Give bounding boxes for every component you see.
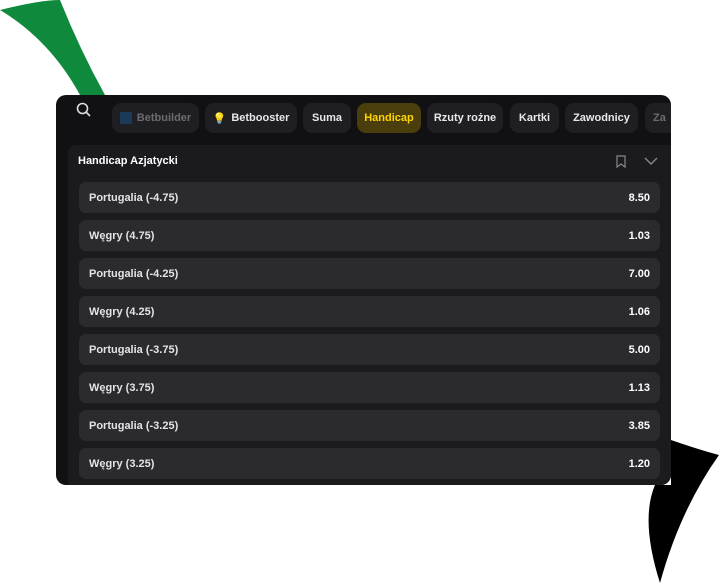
selection-label: Węgry (4.25) (89, 305, 155, 318)
odds-value: 1.03 (628, 229, 650, 242)
odds-value: 7.00 (628, 267, 650, 280)
tab-rzuty-rozne[interactable]: Rzuty rożne (427, 103, 503, 133)
lightbulb-icon: 💡 (212, 112, 227, 125)
odds-value: 8.50 (628, 191, 650, 204)
tab-betbuilder[interactable]: Betbuilder (112, 103, 199, 133)
market-tabs: Betbuilder 💡 Betbooster Suma Handicap Rzu… (56, 103, 671, 133)
odds-row[interactable]: Węgry (3.75) 1.13 (79, 372, 660, 403)
market-title: Handicap Azjatycki (78, 155, 178, 167)
selection-label: Portugalia (-3.75) (89, 343, 179, 356)
odds-value: 5.00 (628, 343, 650, 356)
selection-label: Portugalia (-4.25) (89, 267, 179, 280)
bookmark-icon[interactable] (616, 155, 626, 168)
tab-handicap[interactable]: Handicap (357, 103, 421, 133)
selection-label: Portugalia (-4.75) (89, 191, 179, 204)
market-panel: Handicap Azjatycki Portugalia (-4.75) 8.5… (68, 145, 671, 485)
tab-betbooster[interactable]: 💡 Betbooster (205, 103, 297, 133)
betting-market-card: Betbuilder 💡 Betbooster Suma Handicap Rzu… (56, 95, 671, 485)
selection-label: Węgry (3.25) (89, 457, 155, 470)
odds-row[interactable]: Portugalia (-3.75) 5.00 (79, 334, 660, 365)
chevron-down-icon[interactable] (644, 156, 658, 166)
odds-row[interactable]: Węgry (4.25) 1.06 (79, 296, 660, 327)
tab-more[interactable]: Za (645, 103, 671, 133)
odds-value: 3.85 (628, 419, 650, 432)
betbuilder-icon (119, 112, 132, 124)
odds-row[interactable]: Portugalia (-4.75) 8.50 (79, 182, 660, 213)
odds-row[interactable]: Węgry (3.25) 1.20 (79, 448, 660, 479)
odds-row[interactable]: Portugalia (-3.25) 3.85 (79, 410, 660, 441)
tab-suma[interactable]: Suma (303, 103, 351, 133)
odds-row[interactable]: Węgry (4.75) 1.03 (79, 220, 660, 251)
selection-label: Portugalia (-3.25) (89, 419, 179, 432)
tab-kartki[interactable]: Kartki (510, 103, 559, 133)
odds-value: 1.20 (628, 457, 650, 470)
selection-label: Węgry (4.75) (89, 229, 155, 242)
odds-value: 1.06 (628, 305, 650, 318)
selection-label: Węgry (3.75) (89, 381, 155, 394)
tab-zawodnicy[interactable]: Zawodnicy (565, 103, 638, 133)
odds-row[interactable]: Portugalia (-4.25) 7.00 (79, 258, 660, 289)
odds-value: 1.13 (628, 381, 650, 394)
